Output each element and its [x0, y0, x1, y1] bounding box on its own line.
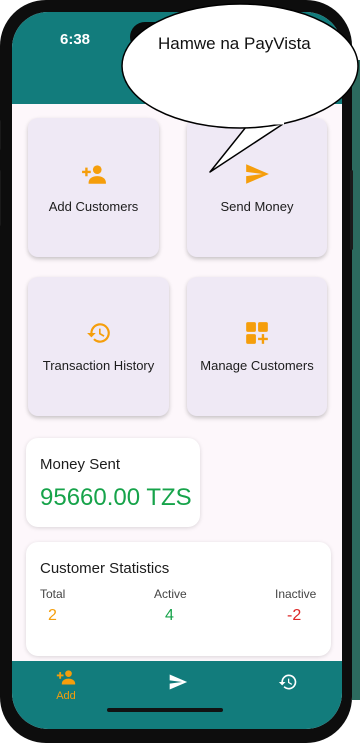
- inactive-label: Inactive: [275, 587, 317, 601]
- history-icon: [86, 323, 110, 343]
- nav-add-label: Add: [56, 690, 76, 702]
- transaction-history-label: Transaction History: [42, 358, 155, 373]
- money-sent-title: Money Sent: [40, 456, 121, 473]
- customer-statistics-card: Customer Statistics Total 2 Active 4 Ina…: [26, 542, 331, 656]
- manage-customers-card[interactable]: Manage Customers: [187, 277, 327, 416]
- grid-add-icon: [246, 322, 268, 344]
- transaction-history-card[interactable]: Transaction History: [28, 277, 169, 416]
- home-indicator: [107, 708, 223, 712]
- active-value: 4: [165, 607, 174, 624]
- add-customers-label: Add Customers: [48, 199, 139, 214]
- bottom-navigation: Add: [12, 661, 342, 729]
- speech-bubble: [121, 3, 359, 173]
- active-label: Active: [154, 587, 187, 601]
- nav-add[interactable]: Add: [56, 667, 76, 702]
- money-sent-amount: 95660.00 TZS: [40, 484, 192, 511]
- send-money-label: Send Money: [220, 199, 294, 214]
- inactive-value: -2: [287, 607, 302, 624]
- manage-customers-label: Manage Customers: [200, 358, 314, 373]
- total-value: 2: [48, 607, 57, 624]
- person-add-icon: [56, 670, 76, 685]
- statistics-title: Customer Statistics: [40, 560, 170, 577]
- send-icon: [169, 674, 188, 690]
- total-label: Total: [40, 587, 66, 601]
- speech-bubble-text: Hamwe na PayVista: [158, 34, 311, 53]
- nav-history[interactable]: [278, 672, 298, 692]
- history-icon: [278, 674, 297, 690]
- money-sent-card: Money Sent 95660.00 TZS: [26, 438, 200, 527]
- nav-send[interactable]: [168, 672, 188, 692]
